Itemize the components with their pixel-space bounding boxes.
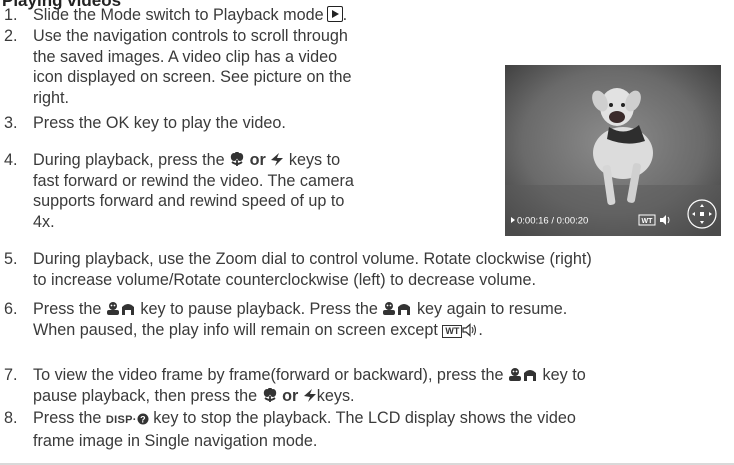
macro-flower-icon: [230, 152, 244, 166]
step-number: 7.: [4, 366, 18, 384]
wt-badge-icon: WT: [442, 324, 463, 338]
dog-running-image: 0:00:16 / 0:00:20 WT: [505, 65, 721, 236]
flash-icon: [271, 153, 284, 166]
step-text: Press the OK key to play the video.: [33, 114, 286, 132]
svg-text:?: ?: [140, 415, 146, 425]
step-text: Slide the Mode switch to Playback mode: [33, 6, 324, 24]
step-number: 4.: [4, 151, 18, 169]
step-number: 8.: [4, 409, 18, 427]
wt-badge: WT: [642, 218, 654, 225]
step-number: 2.: [4, 27, 18, 45]
video-timecode: 0:00:16 / 0:00:20: [517, 216, 588, 227]
playback-mode-icon: [326, 6, 343, 22]
step-text: Use the navigation controls to scroll th…: [33, 27, 352, 107]
flash-icon: [303, 388, 316, 402]
step-text: To view the video frame by frame(forward…: [33, 366, 586, 405]
step-number: 3.: [4, 114, 18, 132]
step-number: 1.: [4, 6, 18, 24]
step-number: 6.: [4, 300, 18, 318]
disp-key-icon: DISP·?: [106, 413, 149, 426]
step-text: During playback, use the Zoom dial to co…: [33, 250, 592, 289]
step-text: Press the DISP·? key to stop the playbac…: [33, 409, 576, 450]
speaker-icon: [462, 322, 477, 337]
step-number: 5.: [4, 250, 18, 268]
video-playback-photo: 0:00:16 / 0:00:20 WT: [505, 65, 721, 236]
step-text: During playback, press the or keys to fa…: [33, 151, 354, 231]
macro-flower-icon: [263, 387, 276, 402]
face-scene-icon: [383, 302, 411, 315]
step-text: Press the key to pause playback. Press t…: [33, 300, 568, 339]
face-scene-icon: [106, 302, 134, 315]
face-scene-icon: [509, 368, 537, 381]
help-circle-icon: ?: [137, 413, 149, 425]
